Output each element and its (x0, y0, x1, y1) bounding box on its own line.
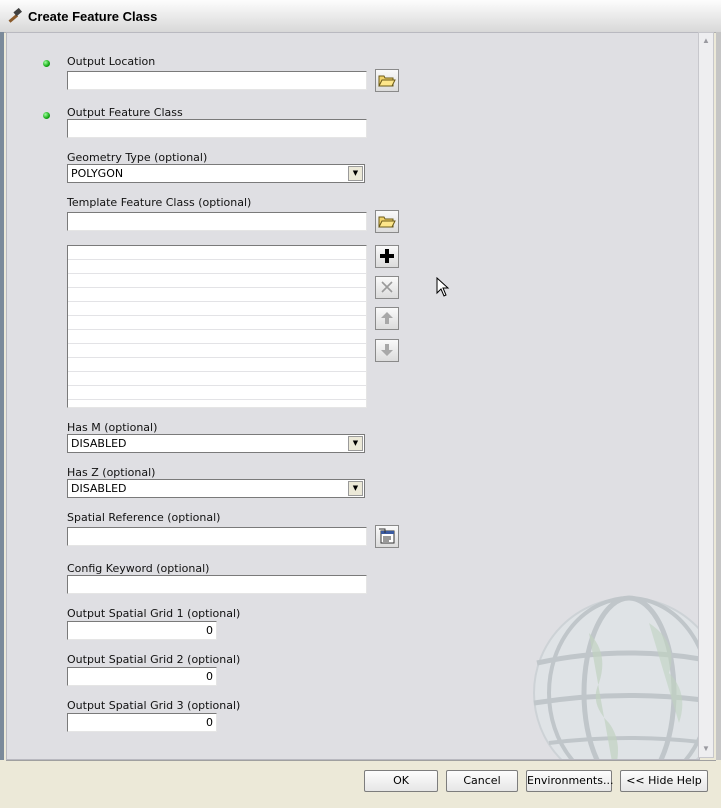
template-list[interactable] (67, 245, 367, 408)
config-keyword-input[interactable] (67, 575, 367, 594)
template-feature-class-input[interactable] (67, 212, 367, 231)
globe-watermark-icon (533, 595, 699, 759)
folder-open-icon (378, 75, 396, 87)
parameters-panel: Output Location Output Feature Class Geo… (6, 32, 700, 760)
has-z-label: Has Z (optional) (67, 466, 156, 479)
right-border (716, 32, 721, 808)
x-icon (381, 281, 393, 293)
move-up-button[interactable] (375, 307, 399, 330)
arrow-up-icon (381, 312, 393, 325)
remove-template-button[interactable] (375, 276, 399, 299)
scroll-up-icon[interactable]: ▲ (700, 34, 712, 48)
has-z-dropdown[interactable]: DISABLED ▼ (67, 479, 365, 498)
required-indicator (43, 112, 50, 119)
grid2-input[interactable]: 0 (67, 667, 217, 686)
left-border (0, 32, 4, 808)
divider (6, 760, 716, 761)
title-bar: Create Feature Class (0, 0, 721, 33)
cancel-button[interactable]: Cancel (446, 770, 518, 792)
geometry-type-label: Geometry Type (optional) (67, 151, 208, 164)
hide-help-button[interactable]: << Hide Help (620, 770, 708, 792)
plus-icon (380, 249, 394, 264)
template-browse-button[interactable] (375, 210, 399, 233)
ok-button[interactable]: OK (364, 770, 438, 792)
grid1-input[interactable]: 0 (67, 621, 217, 640)
chevron-down-icon[interactable]: ▼ (348, 166, 363, 181)
template-feature-class-label: Template Feature Class (optional) (67, 196, 252, 209)
has-m-value: DISABLED (71, 437, 127, 450)
chevron-down-icon[interactable]: ▼ (348, 481, 363, 496)
vertical-scrollbar[interactable]: ▲ ▼ (698, 32, 714, 758)
geometry-type-dropdown[interactable]: POLYGON ▼ (67, 164, 365, 183)
grid2-label: Output Spatial Grid 2 (optional) (67, 653, 241, 666)
geometry-type-value: POLYGON (71, 167, 124, 180)
folder-open-icon (378, 216, 396, 228)
output-location-browse-button[interactable] (375, 69, 399, 92)
output-location-input[interactable] (67, 71, 367, 90)
add-template-button[interactable] (375, 245, 399, 268)
grid3-input[interactable]: 0 (67, 713, 217, 732)
environments-button[interactable]: Environments... (526, 770, 613, 792)
output-feature-class-input[interactable] (67, 119, 367, 138)
has-m-label: Has M (optional) (67, 421, 158, 434)
arrow-down-icon (381, 344, 393, 357)
move-down-button[interactable] (375, 339, 399, 362)
mouse-cursor-icon (436, 277, 450, 297)
hammer-icon (6, 7, 24, 24)
has-m-dropdown[interactable]: DISABLED ▼ (67, 434, 365, 453)
grid3-label: Output Spatial Grid 3 (optional) (67, 699, 241, 712)
window-title: Create Feature Class (28, 9, 158, 24)
spatial-reference-properties-button[interactable] (375, 525, 399, 548)
has-z-value: DISABLED (71, 482, 127, 495)
config-keyword-label: Config Keyword (optional) (67, 562, 210, 575)
spatial-reference-label: Spatial Reference (optional) (67, 511, 221, 524)
output-feature-class-label: Output Feature Class (67, 106, 183, 119)
scroll-down-icon[interactable]: ▼ (700, 742, 712, 756)
chevron-down-icon[interactable]: ▼ (348, 436, 363, 451)
spatial-reference-input[interactable] (67, 527, 367, 546)
properties-icon (379, 528, 395, 544)
grid1-label: Output Spatial Grid 1 (optional) (67, 607, 241, 620)
output-location-label: Output Location (67, 55, 156, 68)
required-indicator (43, 60, 50, 67)
